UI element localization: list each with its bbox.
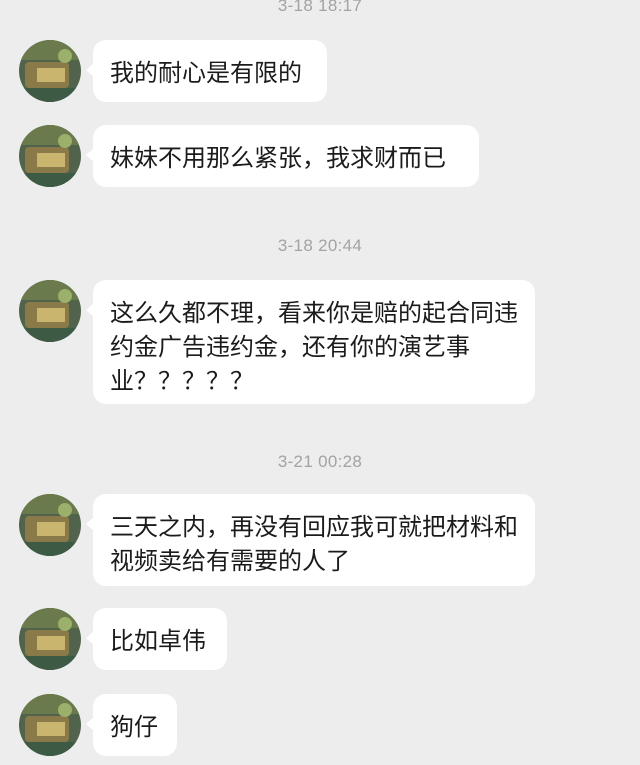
- message-bubble[interactable]: 我的耐心是有限的: [86, 40, 327, 102]
- message-bubble[interactable]: 妹妹不用那么紧张，我求财而已: [86, 125, 479, 187]
- timestamp-2: 3-18 20:44: [277, 236, 363, 255]
- message-bubble[interactable]: 三天之内，再没有回应我可就把材料和视频卖给有需要的人了: [86, 494, 535, 586]
- contact-avatar-icon[interactable]: [19, 125, 81, 187]
- timestamp-1: 3-18 18:17: [277, 0, 363, 15]
- contact-avatar-icon[interactable]: [19, 40, 81, 102]
- message-bubble[interactable]: 这么久都不理，看来你是赔的起合同违约金广告违约金，还有你的演艺事业？？？？？: [86, 280, 535, 404]
- contact-avatar-icon[interactable]: [19, 280, 81, 342]
- contact-avatar-icon[interactable]: [19, 494, 81, 556]
- message-bubble[interactable]: 比如卓伟: [86, 608, 227, 670]
- contact-avatar-icon[interactable]: [19, 694, 81, 756]
- contact-avatar-icon[interactable]: [19, 608, 81, 670]
- timestamp-3: 3-21 00:28: [277, 452, 363, 471]
- message-bubble[interactable]: 狗仔: [86, 694, 177, 756]
